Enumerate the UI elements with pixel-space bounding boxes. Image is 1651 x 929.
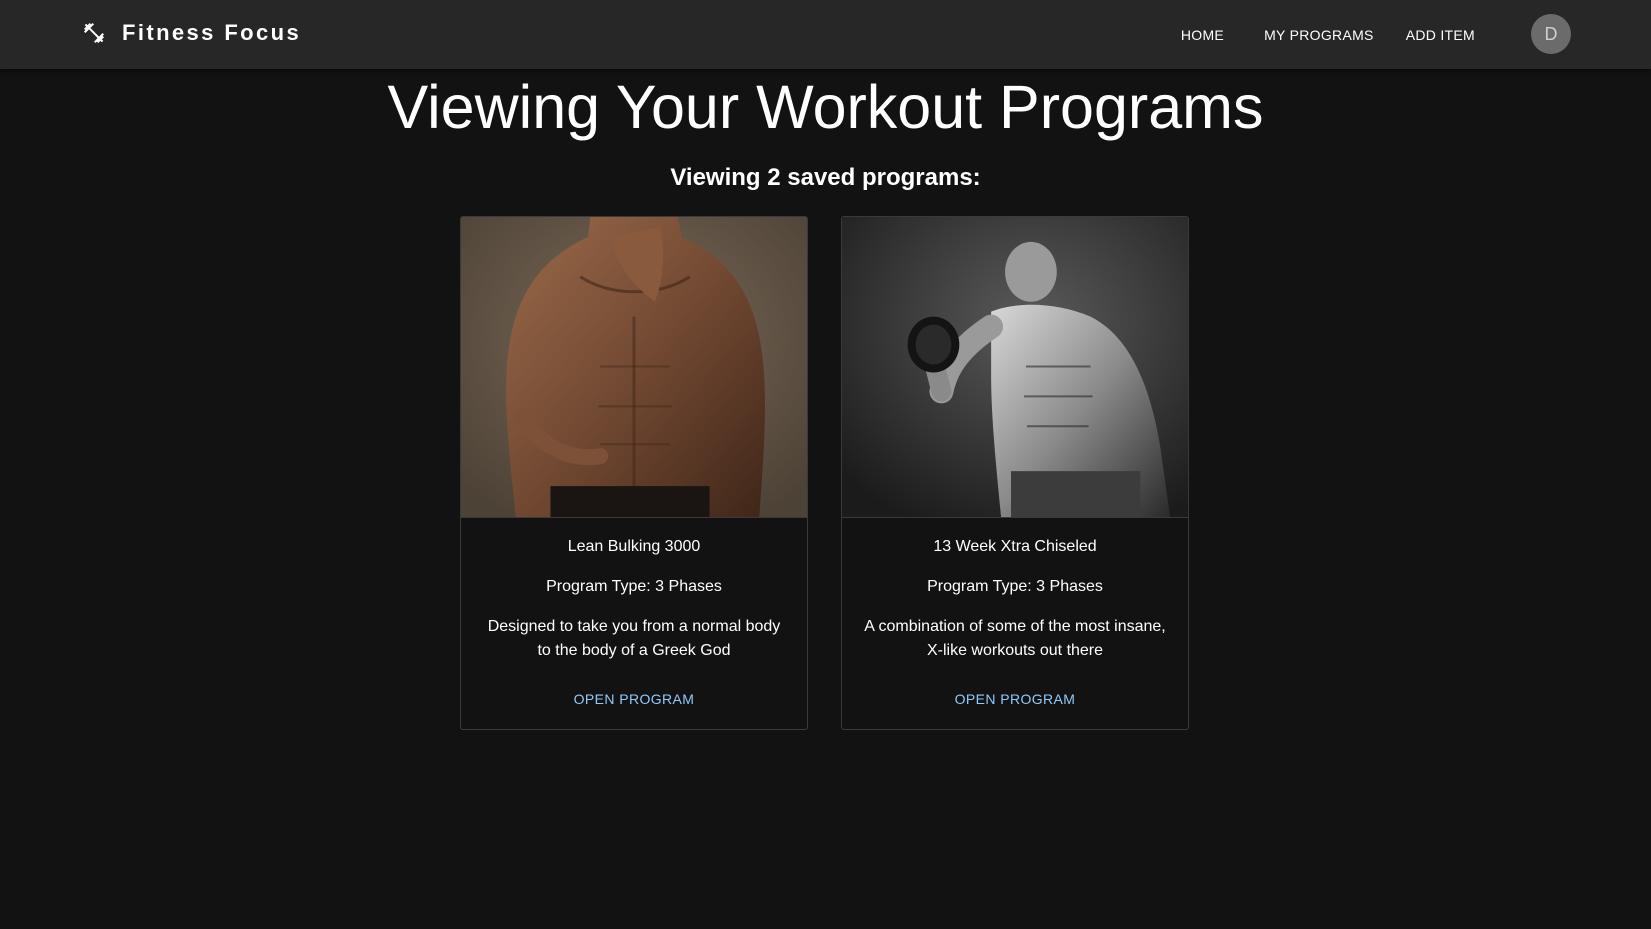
avatar[interactable]: D bbox=[1531, 14, 1571, 54]
program-description: Designed to take you from a normal body … bbox=[487, 618, 781, 659]
open-program-button[interactable]: OPEN PROGRAM bbox=[566, 685, 703, 713]
program-card-list: Lean Bulking 3000 Program Type: 3 Phases… bbox=[460, 216, 1189, 730]
program-type: Program Type: 3 Phases bbox=[927, 578, 1103, 595]
program-card: Lean Bulking 3000 Program Type: 3 Phases… bbox=[460, 216, 808, 730]
top-nav: HOME MY PROGRAMS ADD ITEM bbox=[1165, 0, 1491, 69]
nav-add-item[interactable]: ADD ITEM bbox=[1390, 19, 1491, 51]
program-name: 13 Week Xtra Chiseled bbox=[933, 538, 1097, 555]
dumbbell-icon bbox=[84, 23, 104, 43]
programs-count-subtitle: Viewing 2 saved programs: bbox=[670, 164, 981, 191]
program-type: Program Type: 3 Phases bbox=[546, 578, 722, 595]
program-card: 13 Week Xtra Chiseled Program Type: 3 Ph… bbox=[841, 216, 1189, 730]
brand[interactable]: Fitness Focus bbox=[82, 20, 301, 46]
app-title: Fitness Focus bbox=[122, 20, 302, 45]
page-title: Viewing Your Workout Programs bbox=[387, 73, 1264, 141]
nav-home[interactable]: HOME bbox=[1165, 19, 1240, 51]
nav-my-programs[interactable]: MY PROGRAMS bbox=[1248, 19, 1390, 51]
open-program-button[interactable]: OPEN PROGRAM bbox=[947, 685, 1084, 713]
program-name: Lean Bulking 3000 bbox=[567, 538, 701, 555]
program-description: A combination of some of the most insane… bbox=[864, 618, 1166, 659]
program-image bbox=[842, 217, 1188, 518]
program-image bbox=[461, 217, 807, 518]
app-bar: Fitness Focus HOME MY PROGRAMS ADD ITEM … bbox=[0, 0, 1651, 69]
